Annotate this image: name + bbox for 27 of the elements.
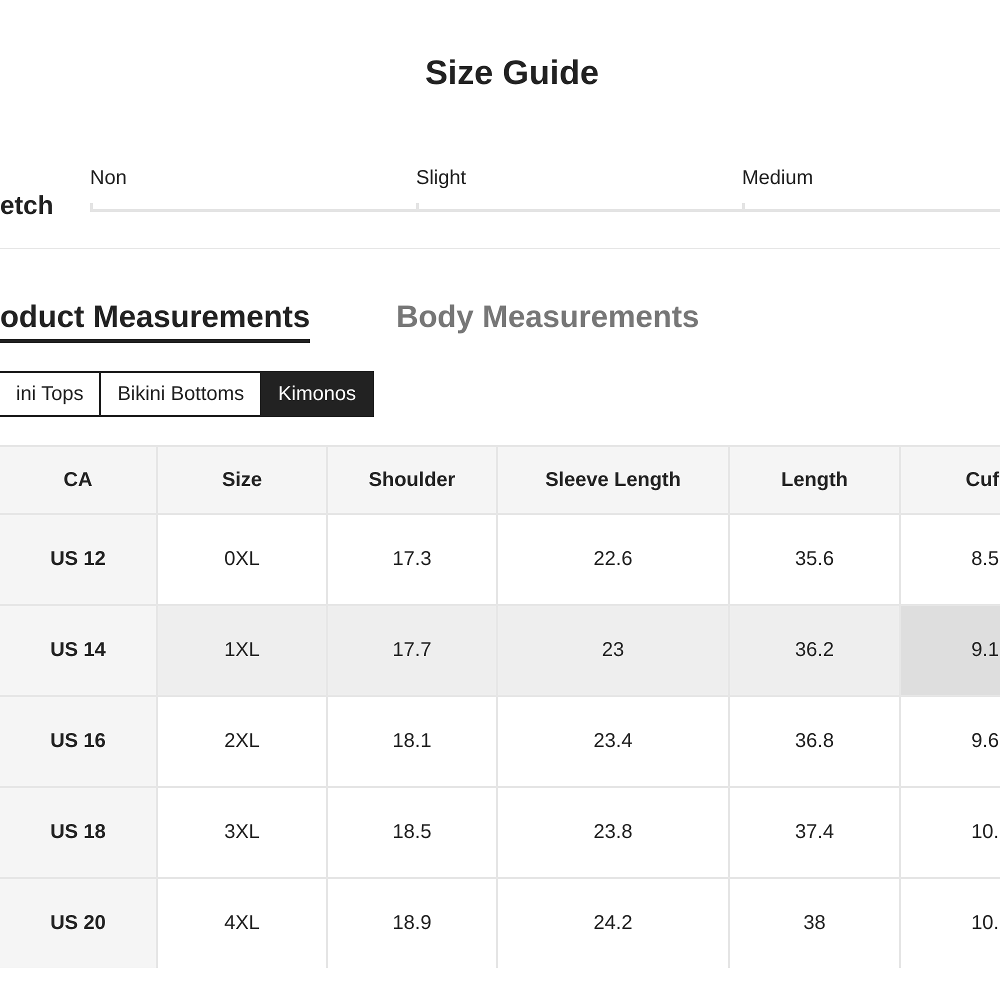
category-button[interactable]: Kimonos xyxy=(260,371,374,417)
stretch-level-label: Non xyxy=(90,167,128,190)
category-button[interactable]: ini Tops xyxy=(0,371,102,417)
table-cell: US 18 xyxy=(0,787,157,878)
table-cell: 10. xyxy=(900,878,1000,968)
measurement-tab[interactable]: Body Measurements xyxy=(396,299,700,343)
table-cell: 38 xyxy=(729,878,900,968)
stretch-level-label: Medium xyxy=(742,167,814,190)
table-cell: US 20 xyxy=(0,878,157,968)
table-cell: US 12 xyxy=(0,514,157,605)
table-cell: 18.9 xyxy=(327,878,497,968)
page-title: Size Guide xyxy=(424,53,600,94)
stretch-label: etch xyxy=(0,190,54,220)
category-button[interactable]: Bikini Bottoms xyxy=(99,371,262,417)
table-cell: 4XL xyxy=(157,878,327,968)
measurement-tab[interactable]: oduct Measurements xyxy=(0,299,310,343)
column-header: Shoulder xyxy=(327,446,497,514)
column-header: Length xyxy=(729,446,900,514)
table-cell: US 16 xyxy=(0,696,157,787)
column-header: Sleeve Length xyxy=(497,446,729,514)
column-header: Cuf xyxy=(900,446,1000,514)
stretch-level-label: Slight xyxy=(416,167,468,190)
column-header: Size xyxy=(157,446,327,514)
table-cell: US 14 xyxy=(0,605,157,696)
table-cell: 24.2 xyxy=(497,878,729,968)
table-cell: 9.1 xyxy=(900,605,1000,696)
column-header: CA xyxy=(0,446,157,514)
